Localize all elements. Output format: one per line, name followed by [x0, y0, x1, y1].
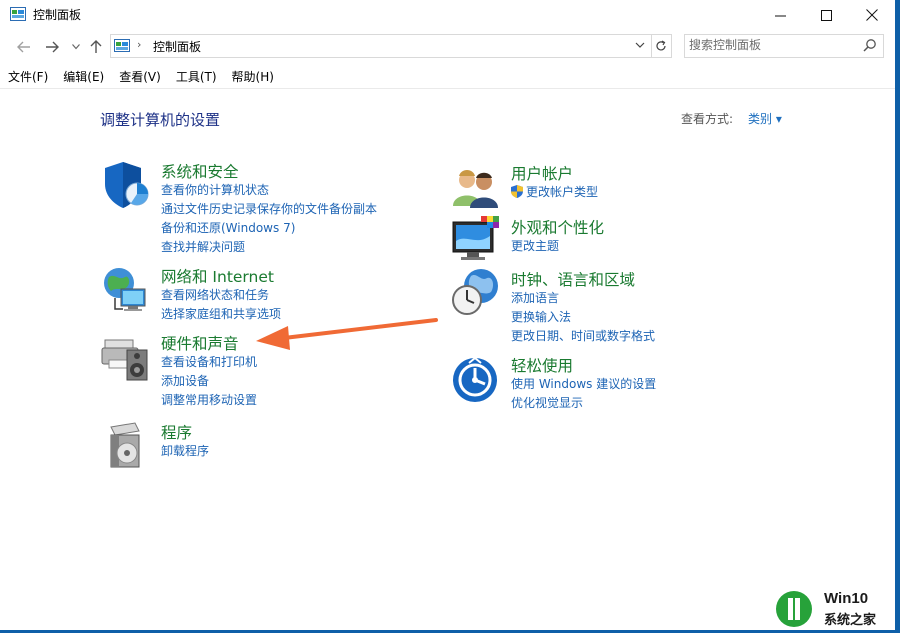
view-by-label: 查看方式: [681, 112, 734, 126]
link-windows-recommended-settings[interactable]: 使用 Windows 建议的设置 [511, 375, 656, 394]
link-add-language[interactable]: 添加语言 [511, 289, 655, 308]
up-button[interactable] [86, 37, 106, 57]
category-links: 使用 Windows 建议的设置 优化视觉显示 [511, 375, 656, 413]
link-view-computer-status[interactable]: 查看你的计算机状态 [161, 181, 377, 200]
link-optimize-visual-display[interactable]: 优化视觉显示 [511, 394, 656, 413]
chevron-down-icon [72, 44, 80, 50]
monitor-palette-icon[interactable] [451, 216, 501, 266]
category-links: 卸载程序 [161, 442, 209, 461]
search-box[interactable] [684, 34, 884, 58]
menu-help[interactable]: 帮助(H) [232, 68, 274, 86]
control-panel-icon [114, 39, 130, 52]
category-links: 查看你的计算机状态 通过文件历史记录保存你的文件备份副本 备份和还原(Windo… [161, 181, 377, 257]
network-globe-icon[interactable] [101, 265, 151, 315]
users-icon[interactable] [451, 162, 501, 212]
menu-bar: 文件(F) 编辑(E) 查看(V) 工具(T) 帮助(H) [8, 68, 289, 86]
menu-view[interactable]: 查看(V) [119, 68, 161, 86]
link-file-history-backup[interactable]: 通过文件历史记录保存你的文件备份副本 [161, 200, 377, 219]
link-mobility-settings[interactable]: 调整常用移动设置 [161, 391, 257, 410]
printer-speaker-icon[interactable] [101, 332, 151, 382]
link-change-input-method[interactable]: 更换输入法 [511, 308, 655, 327]
menu-divider [0, 88, 895, 89]
category-heading[interactable]: 网络和 Internet [161, 265, 274, 287]
ease-of-access-icon[interactable] [451, 354, 501, 404]
category-heading[interactable]: 用户帐户 [511, 162, 573, 184]
address-bar[interactable]: › 控制面板 [110, 34, 652, 58]
refresh-button[interactable] [651, 34, 672, 58]
link-uninstall-program[interactable]: 卸载程序 [161, 442, 209, 461]
page-title: 调整计算机的设置 [100, 111, 221, 129]
link-troubleshoot[interactable]: 查找并解决问题 [161, 238, 377, 257]
menu-file[interactable]: 文件(F) [8, 68, 48, 86]
win10-logo-icon [776, 591, 812, 627]
close-icon [866, 9, 878, 21]
title-bar: 控制面板 [0, 0, 895, 30]
watermark-brand: Win10 [824, 590, 869, 607]
uac-shield-icon [511, 185, 523, 198]
link-network-status[interactable]: 查看网络状态和任务 [161, 286, 281, 305]
link-change-theme[interactable]: 更改主题 [511, 237, 559, 256]
watermark-site: 系统之家 [824, 613, 877, 628]
forward-button[interactable] [42, 37, 62, 57]
category-links: 更改主题 [511, 237, 559, 256]
category-heading[interactable]: 轻松使用 [511, 354, 573, 376]
category-links: 查看设备和打印机 添加设备 调整常用移动设置 [161, 353, 257, 410]
programs-box-icon[interactable] [101, 421, 151, 471]
control-panel-window: 控制面板 › 控制面板 搜索控制面板 文件(F) 编辑(E) 查看(V) 工具(… [0, 0, 896, 631]
back-arrow-icon [17, 41, 30, 53]
maximize-button[interactable] [803, 0, 849, 30]
annotation-arrow [256, 318, 438, 350]
refresh-icon [656, 40, 666, 51]
breadcrumb-separator-icon: › [137, 38, 142, 51]
clock-globe-icon[interactable] [451, 268, 501, 318]
shield-icon[interactable] [101, 160, 151, 210]
window-title: 控制面板 [33, 8, 82, 22]
category-links: 添加语言 更换输入法 更改日期、时间或数字格式 [511, 289, 655, 346]
menu-tools[interactable]: 工具(T) [176, 68, 217, 86]
recent-locations-button[interactable] [66, 37, 86, 57]
maximize-icon [820, 9, 832, 21]
back-button[interactable] [14, 37, 34, 57]
menu-edit[interactable]: 编辑(E) [63, 68, 104, 86]
address-dropdown-icon[interactable] [635, 38, 645, 52]
link-label: 更改帐户类型 [526, 185, 599, 199]
category-heading[interactable]: 系统和安全 [161, 160, 239, 182]
view-by-dropdown[interactable]: 类别 ▾ [748, 110, 782, 127]
category-heading[interactable]: 硬件和声音 [161, 332, 239, 354]
minimize-icon [774, 15, 786, 16]
address-row: › 控制面板 [0, 34, 895, 60]
link-devices-printers[interactable]: 查看设备和打印机 [161, 353, 257, 372]
breadcrumb-control-panel[interactable]: 控制面板 [153, 38, 201, 55]
link-add-device[interactable]: 添加设备 [161, 372, 257, 391]
link-backup-restore-win7[interactable]: 备份和还原(Windows 7) [161, 219, 377, 238]
category-heading[interactable]: 外观和个性化 [511, 216, 604, 238]
forward-arrow-icon [46, 41, 59, 53]
link-change-account-type[interactable]: 更改帐户类型 [511, 183, 598, 202]
desktop-edge [895, 0, 900, 633]
watermark: Win10 系统之家 [772, 585, 900, 633]
close-button[interactable] [849, 0, 895, 30]
up-arrow-icon [90, 40, 102, 53]
search-icon[interactable] [863, 38, 877, 52]
category-links: 更改帐户类型 [511, 183, 598, 202]
minimize-button[interactable] [757, 0, 803, 30]
control-panel-icon [10, 7, 26, 21]
category-heading[interactable]: 时钟、语言和区域 [511, 268, 635, 290]
search-input[interactable] [689, 37, 854, 53]
category-heading[interactable]: 程序 [161, 421, 192, 443]
link-change-date-time-format[interactable]: 更改日期、时间或数字格式 [511, 327, 655, 346]
